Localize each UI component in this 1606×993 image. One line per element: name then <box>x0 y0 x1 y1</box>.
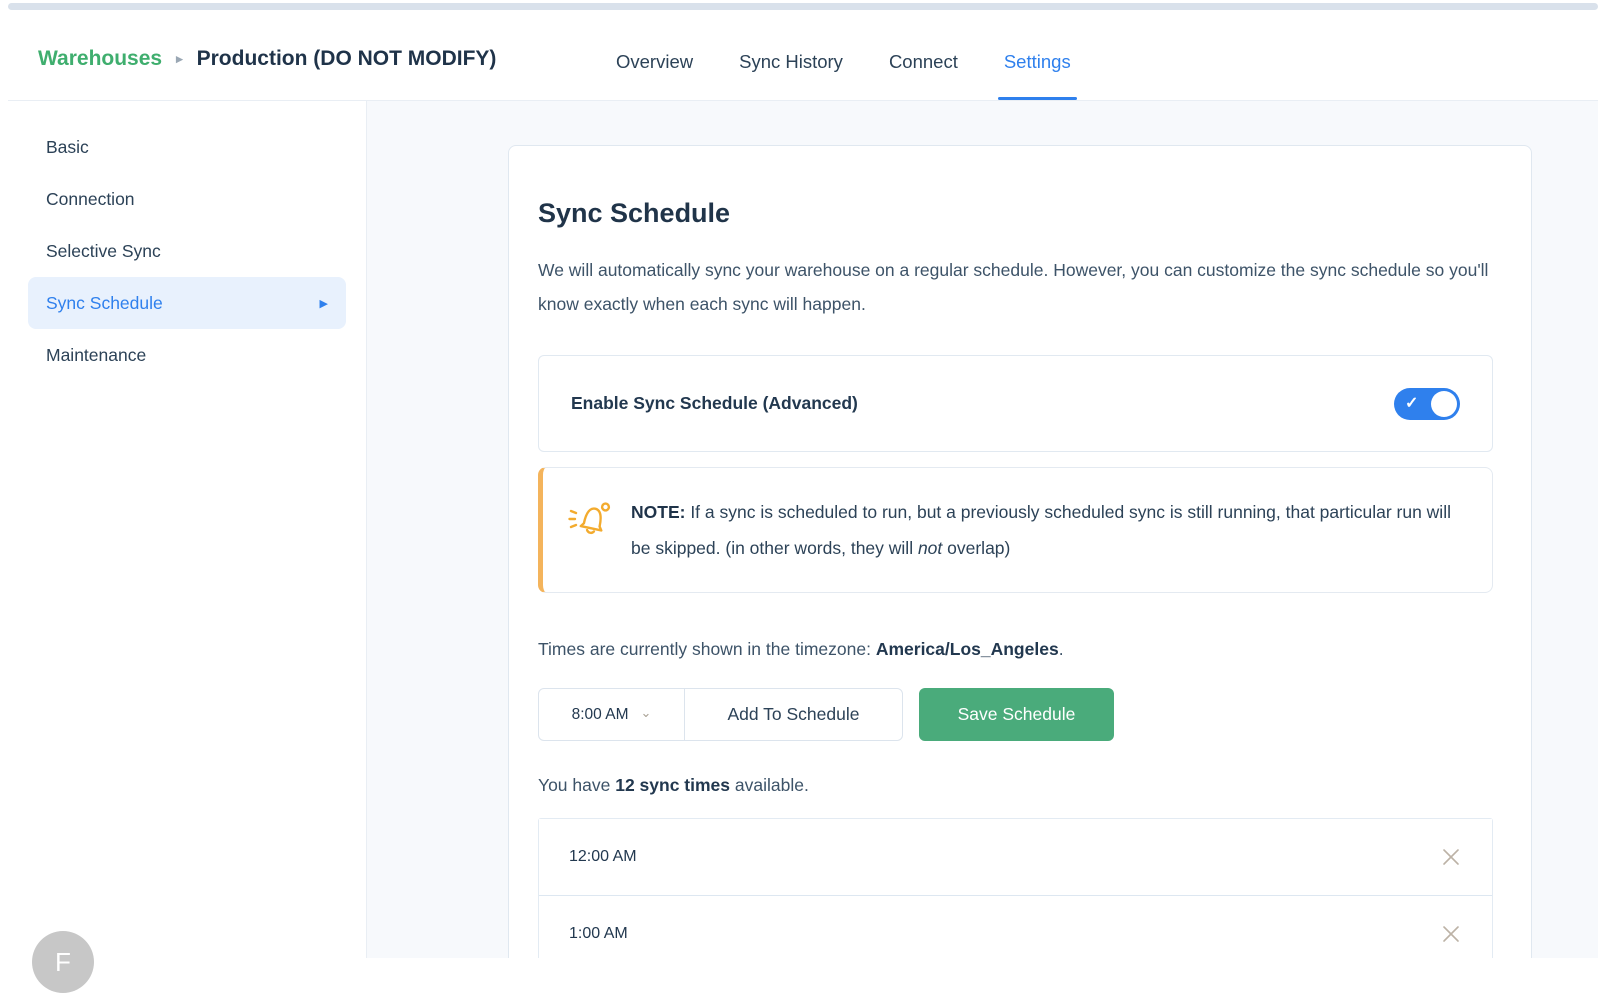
timezone-line: Times are currently shown in the timezon… <box>538 639 1493 660</box>
breadcrumb-warehouses-link[interactable]: Warehouses <box>38 47 162 71</box>
avatar[interactable]: F <box>32 931 94 993</box>
add-to-schedule-button[interactable]: Add To Schedule <box>685 689 902 740</box>
sidebar-item-label: Connection <box>46 189 135 210</box>
enable-sync-schedule-label: Enable Sync Schedule (Advanced) <box>571 393 858 414</box>
chevron-right-icon: ▶ <box>320 297 328 310</box>
window-top-strip <box>8 3 1598 10</box>
availability-text: You have <box>538 775 615 795</box>
tab-bar: Overview Sync History Connect Settings <box>616 10 1071 100</box>
sync-time-value: 12:00 AM <box>569 848 637 866</box>
schedule-controls: 8:00 AM ⌄ Add To Schedule Save Schedule <box>538 688 1493 741</box>
note-callout: NOTE: If a sync is scheduled to run, but… <box>538 467 1493 593</box>
tab-sync-history[interactable]: Sync History <box>739 10 843 100</box>
sidebar-item-maintenance[interactable]: Maintenance <box>28 329 346 381</box>
save-schedule-button[interactable]: Save Schedule <box>919 688 1114 741</box>
remove-time-button[interactable] <box>1440 923 1462 945</box>
page-title: Sync Schedule <box>538 198 1493 229</box>
sidebar-item-label: Sync Schedule <box>46 293 163 314</box>
tab-settings[interactable]: Settings <box>1004 10 1071 100</box>
sync-time-row: 12:00 AM <box>539 819 1492 895</box>
sidebar-item-connection[interactable]: Connection <box>28 173 346 225</box>
timezone-text: Times are currently shown in the timezon… <box>538 639 876 659</box>
time-select-value: 8:00 AM <box>572 706 629 724</box>
main-content-area: Sync Schedule We will automatically sync… <box>367 101 1598 958</box>
sidebar-item-label: Basic <box>46 137 89 158</box>
tab-connect[interactable]: Connect <box>889 10 958 100</box>
breadcrumb-separator-icon: ▸ <box>176 51 183 67</box>
availability-count: 12 sync times <box>615 775 730 795</box>
enable-sync-schedule-row: Enable Sync Schedule (Advanced) ✓ <box>538 355 1493 452</box>
breadcrumb: Warehouses ▸ Production (DO NOT MODIFY) <box>38 47 496 71</box>
timezone-value: America/Los_Angeles <box>876 639 1059 659</box>
availability-text-end: available. <box>730 775 809 795</box>
note-body-end: overlap) <box>942 538 1010 558</box>
sidebar-item-label: Maintenance <box>46 345 146 366</box>
bell-icon <box>567 498 613 545</box>
settings-sidebar: Basic Connection Selective Sync Sync Sch… <box>8 101 367 958</box>
sidebar-item-label: Selective Sync <box>46 241 161 262</box>
toggle-knob <box>1431 391 1457 417</box>
remove-time-button[interactable] <box>1440 846 1462 868</box>
tab-overview[interactable]: Overview <box>616 10 693 100</box>
sidebar-item-sync-schedule[interactable]: Sync Schedule ▶ <box>28 277 346 329</box>
availability-line: You have 12 sync times available. <box>538 775 1493 796</box>
timezone-period: . <box>1059 639 1064 659</box>
add-time-group: 8:00 AM ⌄ Add To Schedule <box>538 688 903 741</box>
time-select-dropdown[interactable]: 8:00 AM ⌄ <box>539 689 685 740</box>
sync-time-value: 1:00 AM <box>569 925 628 943</box>
breadcrumb-current-page: Production (DO NOT MODIFY) <box>197 47 497 71</box>
note-label: NOTE: <box>631 502 685 522</box>
chevron-down-icon: ⌄ <box>640 706 651 719</box>
enable-sync-schedule-toggle[interactable]: ✓ <box>1394 388 1460 420</box>
note-emphasis: not <box>918 538 942 558</box>
sync-times-list: 12:00 AM 1:00 AM <box>538 818 1493 958</box>
note-text: NOTE: If a sync is scheduled to run, but… <box>631 494 1458 566</box>
sidebar-item-basic[interactable]: Basic <box>28 121 346 173</box>
sync-time-row: 1:00 AM <box>539 895 1492 958</box>
page-description: We will automatically sync your warehous… <box>538 253 1490 321</box>
header: Warehouses ▸ Production (DO NOT MODIFY) … <box>8 10 1598 101</box>
sync-schedule-card: Sync Schedule We will automatically sync… <box>508 145 1532 958</box>
check-icon: ✓ <box>1405 393 1418 413</box>
note-body: If a sync is scheduled to run, but a pre… <box>631 502 1451 558</box>
sidebar-item-selective-sync[interactable]: Selective Sync <box>28 225 346 277</box>
